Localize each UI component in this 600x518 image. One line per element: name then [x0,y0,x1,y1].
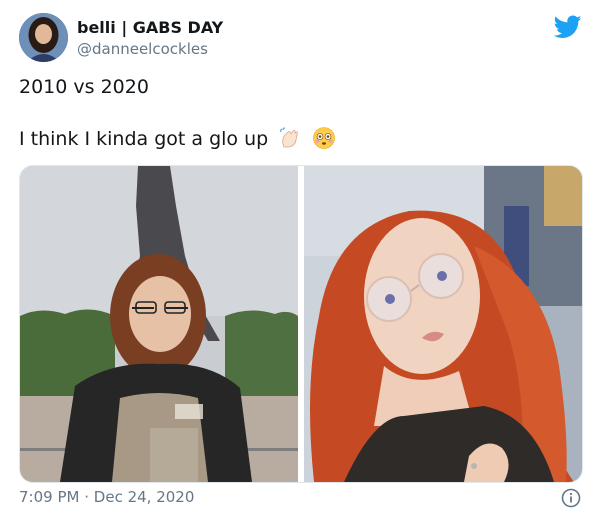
timestamp-separator: · [84,488,90,506]
info-icon[interactable] [561,488,581,508]
tweet-text-line2-label: I think I kinda got a glo up [19,128,269,150]
display-name[interactable]: belli | GABS DAY [77,18,223,37]
avatar[interactable] [19,13,68,62]
tweet-media[interactable] [19,165,583,483]
tweet-timestamp[interactable]: 7:09 PM · Dec 24, 2020 [19,488,194,506]
flushed-face-emoji-icon [313,127,336,149]
tweet-date: Dec 24, 2020 [93,488,195,506]
tweet-text-line1: 2010 vs 2020 [19,76,149,98]
photo-2020[interactable] [304,166,582,482]
waving-hand-emoji-icon [280,127,299,148]
tweet-time: 7:09 PM [19,488,80,506]
photo-2010[interactable] [20,166,298,482]
tweet-text-line2: I think I kinda got a glo up [19,126,336,150]
twitter-bird-icon[interactable] [554,15,582,39]
user-handle[interactable]: @danneelcockles [77,40,208,58]
